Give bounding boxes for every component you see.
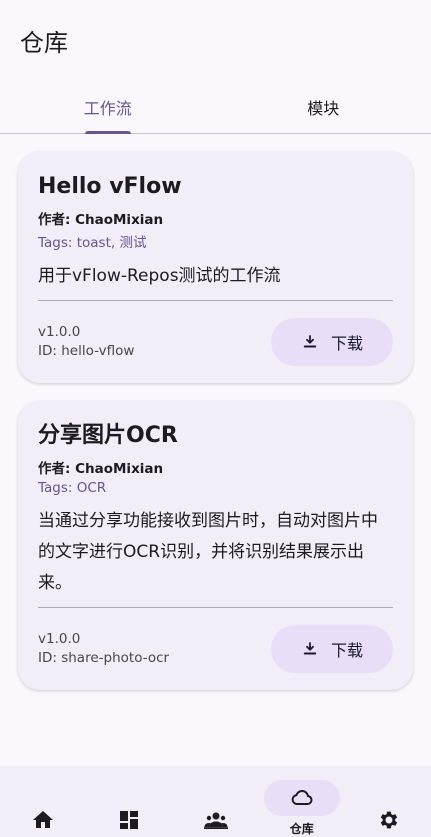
- bottom-navigation: 仓库: [0, 766, 431, 837]
- divider: [38, 607, 393, 608]
- tab-label: 工作流: [83, 98, 132, 118]
- tab-indicator: [84, 131, 131, 134]
- nav-item-home[interactable]: [0, 766, 86, 837]
- card-author: 作者: ChaoMixian: [38, 461, 164, 477]
- download-icon: [303, 335, 317, 348]
- divider: [38, 300, 393, 301]
- download-label: 下载: [330, 641, 363, 660]
- nav-pill: [350, 803, 426, 837]
- cloud-icon: [291, 790, 313, 806]
- card-version: v1.0.0: [38, 631, 81, 647]
- app-bar: 仓库: [0, 0, 431, 80]
- tab-workflows[interactable]: 工作流: [0, 80, 216, 134]
- nav-pill: [263, 780, 340, 816]
- card-footer: v1.0.0 ID: share-photo-ocr 下载: [38, 608, 393, 690]
- card-title: 分享图片OCR: [38, 423, 178, 448]
- nav-item-people[interactable]: [172, 766, 258, 837]
- card-footer: v1.0.0 ID: hello-vflow 下载: [38, 301, 393, 383]
- download-button[interactable]: 下载: [271, 318, 393, 366]
- nav-label: 仓库: [289, 822, 314, 836]
- tab-bar: 工作流 模块: [0, 80, 431, 134]
- card-meta: v1.0.0 ID: share-photo-ocr: [38, 630, 169, 668]
- workflow-card: Hello vFlow 作者: ChaoMixian Tags: toast, …: [18, 152, 413, 383]
- download-icon: [303, 642, 317, 655]
- settings-icon: [380, 811, 398, 829]
- nav-pill: [91, 803, 167, 837]
- card-id: ID: share-photo-ocr: [38, 650, 170, 666]
- nav-pill: [5, 803, 81, 837]
- dashboard-icon: [120, 811, 139, 829]
- download-button[interactable]: 下载: [271, 625, 393, 673]
- card-description: 用于vFlow-Repos测试的工作流: [38, 266, 281, 286]
- card-meta: v1.0.0 ID: hello-vflow: [38, 323, 134, 361]
- card-description: 当通过分享功能接收到图片时，自动对图片中的文字进行OCR识别，并将识别结果展示出…: [38, 511, 378, 593]
- people-icon: [203, 812, 228, 829]
- nav-item-repository[interactable]: 仓库: [259, 766, 345, 837]
- card-id: ID: hello-vflow: [38, 343, 135, 359]
- workflow-card: 分享图片OCR 作者: ChaoMixian Tags: OCR 当通过分享功能…: [18, 401, 413, 690]
- card-title: Hello vFlow: [38, 174, 182, 199]
- tab-modules[interactable]: 模块: [216, 80, 431, 133]
- workflow-list: Hello vFlow 作者: ChaoMixian Tags: toast, …: [18, 152, 413, 708]
- home-icon: [33, 811, 54, 828]
- page-title: 仓库: [20, 28, 68, 57]
- card-tags: Tags: OCR: [38, 480, 107, 496]
- nav-item-dashboard[interactable]: [86, 766, 172, 837]
- download-label: 下载: [330, 334, 363, 353]
- nav-item-settings[interactable]: [345, 766, 431, 837]
- card-version: v1.0.0: [38, 324, 81, 340]
- nav-pill: [178, 803, 254, 837]
- tab-label: 模块: [307, 98, 340, 118]
- card-author: 作者: ChaoMixian: [38, 212, 164, 228]
- card-tags: Tags: toast, 测试: [38, 235, 147, 251]
